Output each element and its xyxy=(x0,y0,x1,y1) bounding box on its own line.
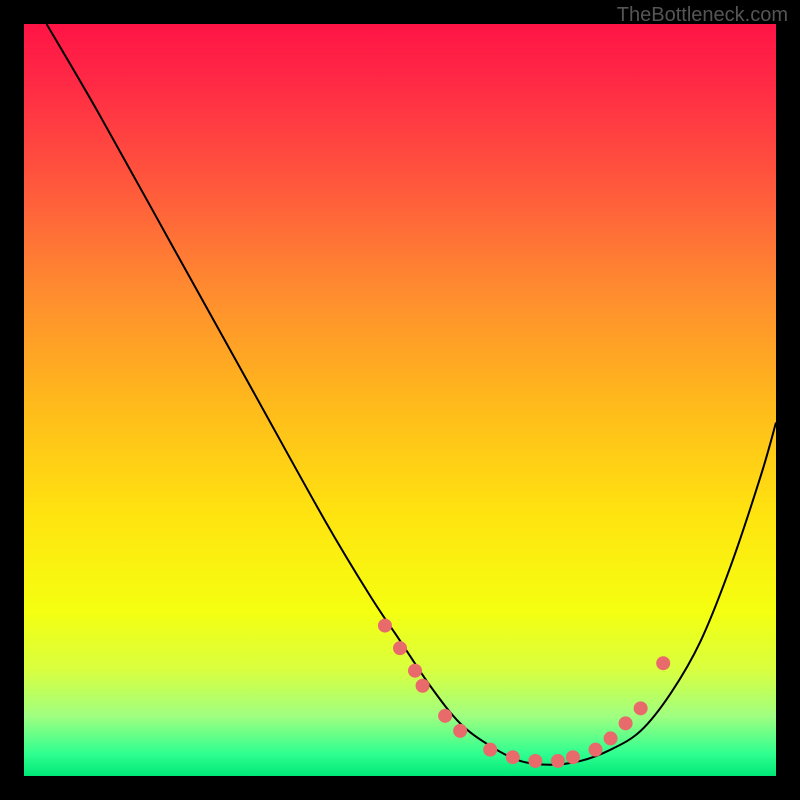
chart-marker-point xyxy=(378,619,392,633)
chart-marker-point xyxy=(416,679,430,693)
chart-marker-point xyxy=(566,750,580,764)
chart-marker-point xyxy=(589,743,603,757)
chart-marker-point xyxy=(506,750,520,764)
chart-marker-point xyxy=(438,709,452,723)
chart-marker-point xyxy=(634,701,648,715)
chart-marker-point xyxy=(656,656,670,670)
chart-marker-point xyxy=(619,716,633,730)
watermark-text: TheBottleneck.com xyxy=(617,4,788,27)
chart-marker-point xyxy=(408,664,422,678)
chart-svg xyxy=(24,24,776,776)
chart-marker-point xyxy=(551,754,565,768)
chart-curve-line xyxy=(47,24,776,765)
chart-marker-point xyxy=(453,724,467,738)
chart-plot-area xyxy=(24,24,776,776)
chart-marker-point xyxy=(604,731,618,745)
chart-marker-point xyxy=(528,754,542,768)
chart-marker-point xyxy=(393,641,407,655)
chart-marker-group xyxy=(378,619,670,768)
chart-marker-point xyxy=(483,743,497,757)
